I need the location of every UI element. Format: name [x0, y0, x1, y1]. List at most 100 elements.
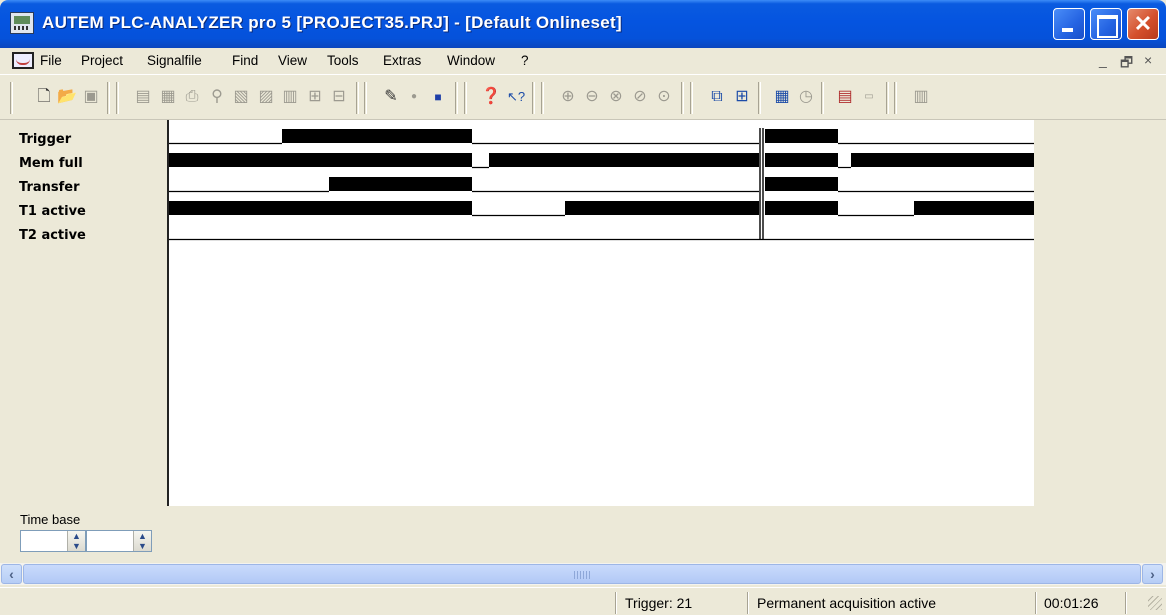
open-signal-icon[interactable]: ▤ — [132, 86, 154, 108]
menu-find[interactable]: Find — [232, 53, 258, 68]
timebase-label: Time base — [20, 512, 81, 527]
panel-icon[interactable]: ▥ — [910, 86, 932, 108]
menu-view[interactable]: View — [278, 53, 307, 68]
mdi-restore-button[interactable]: 🗗 — [1120, 52, 1133, 76]
record-icon[interactable]: ● — [403, 86, 425, 108]
new-icon[interactable]: 🗋 — [33, 86, 55, 108]
title-bar[interactable]: AUTEM PLC-ANALYZER pro 5 [PROJECT35.PRJ]… — [0, 0, 1166, 48]
menu-signalfile[interactable]: Signalfile — [147, 53, 202, 68]
print-icon[interactable]: ⎙ — [181, 86, 203, 108]
menu-window[interactable]: Window — [447, 53, 495, 68]
import-icon[interactable]: ▥ — [279, 86, 301, 108]
signal-list-icon[interactable]: ▤ — [834, 86, 856, 108]
menu-project[interactable]: Project — [81, 53, 123, 68]
app-icon[interactable] — [10, 12, 34, 34]
zoom-marker-icon[interactable]: ⊙ — [653, 86, 675, 108]
toolbar-separator — [758, 82, 761, 114]
document-icon[interactable] — [12, 52, 34, 69]
zoom-in-icon[interactable]: ⊕ — [557, 86, 579, 108]
toolbar-separator — [821, 82, 824, 114]
status-separator — [1125, 592, 1127, 614]
toolbar-separator — [690, 82, 693, 114]
scroll-right-icon[interactable]: › — [1142, 564, 1163, 584]
merge-icon[interactable]: ⊟ — [328, 86, 350, 108]
toolbar-separator — [532, 82, 535, 114]
open-icon[interactable]: 📂 — [56, 86, 78, 108]
signal-t1-active-high — [765, 201, 838, 215]
status-separator — [1035, 592, 1037, 614]
grid-icon[interactable]: ▦ — [771, 86, 793, 108]
signal-label-t2-active[interactable]: T2 active — [19, 228, 86, 243]
status-separator — [615, 592, 617, 614]
toolbar-separator — [894, 82, 897, 114]
text-export-icon[interactable]: ▧ — [230, 86, 252, 108]
signal-mem-full-high — [765, 153, 838, 167]
close-button[interactable]: ✕ — [1127, 8, 1159, 40]
scroll-thumb[interactable] — [23, 564, 1141, 584]
save-signal-icon[interactable]: ▦ — [157, 86, 179, 108]
signal-t1-active-high — [565, 201, 759, 215]
signal-label-t1-active[interactable]: T1 active — [19, 204, 86, 219]
signal-timeline[interactable] — [169, 120, 1034, 506]
signal-transfer-high — [765, 177, 838, 191]
maximize-button[interactable] — [1090, 8, 1122, 40]
status-acquisition: Permanent acquisition active — [757, 595, 936, 611]
compare-icon[interactable]: ⊞ — [304, 86, 326, 108]
status-bar: Trigger: 21 Permanent acquisition active… — [0, 587, 1166, 615]
mdi-minimize-button[interactable]: _ — [1099, 52, 1107, 68]
zoom-all-icon[interactable]: ⊘ — [629, 86, 651, 108]
menu-extras[interactable]: Extras — [383, 53, 421, 68]
status-trigger: Trigger: 21 — [625, 595, 693, 611]
stop-icon[interactable]: ■ — [427, 86, 449, 108]
toolbar-separator — [541, 82, 544, 114]
spinner-arrows-icon[interactable]: ▲ ▼ — [133, 531, 151, 551]
signal-transfer-high — [329, 177, 472, 191]
toolbar-separator — [356, 82, 359, 114]
signal-mem-full-high — [489, 153, 759, 167]
numeric-icon[interactable]: ▭ — [858, 86, 880, 108]
close-icon: ✕ — [1133, 11, 1153, 36]
clock-icon[interactable]: ◷ — [795, 86, 817, 108]
horizontal-scrollbar[interactable]: ‹ › — [0, 563, 1166, 585]
timeline-canvas[interactable] — [169, 120, 1034, 506]
exp-icon[interactable]: ▨ — [255, 86, 277, 108]
main-area: Trigger Mem full Transfer T1 active T2 a… — [0, 120, 1166, 562]
signal-t1-active-high — [914, 201, 1034, 215]
edit-icon[interactable]: ✎ — [380, 86, 402, 108]
help-icon[interactable]: ❓ — [480, 86, 502, 108]
menu-file[interactable]: File — [40, 53, 62, 68]
signal-mem-full-high — [851, 153, 1034, 167]
spinner-arrows-icon[interactable]: ▲ ▼ — [67, 531, 85, 551]
menu-bar: File Project Signalfile Find View Tools … — [0, 48, 1166, 74]
mdi-close-button[interactable]: × — [1144, 52, 1152, 68]
menu-tools[interactable]: Tools — [327, 53, 359, 68]
signal-t1-active-high — [169, 201, 472, 215]
context-help-icon[interactable]: ↖? — [505, 86, 527, 108]
signal-trigger-high — [765, 129, 838, 143]
tile-icon[interactable]: ⊞ — [731, 86, 753, 108]
toolbar-separator — [455, 82, 458, 114]
scroll-left-icon[interactable]: ‹ — [1, 564, 22, 584]
toolbar-separator — [886, 82, 889, 114]
status-separator — [747, 592, 749, 614]
timebase-spinner-1[interactable]: ▲ ▼ — [20, 530, 86, 552]
cascade-icon[interactable]: ⧉ — [706, 86, 728, 108]
grip-icon — [574, 571, 590, 579]
status-time: 00:01:26 — [1044, 595, 1099, 611]
signal-label-trigger[interactable]: Trigger — [19, 132, 71, 147]
save-icon[interactable]: ▣ — [80, 86, 102, 108]
timebase-spinner-2[interactable]: ▲ ▼ — [86, 530, 152, 552]
toolbar-separator — [116, 82, 119, 114]
resize-grip-icon[interactable] — [1148, 596, 1162, 610]
signal-label-mem-full[interactable]: Mem full — [19, 156, 83, 171]
signal-label-transfer[interactable]: Transfer — [19, 180, 80, 195]
zoom-range-icon[interactable]: ⊗ — [605, 86, 627, 108]
toolbar-separator — [681, 82, 684, 114]
minimize-button[interactable] — [1053, 8, 1085, 40]
toolbar-separator — [107, 82, 110, 114]
zoom-out-icon[interactable]: ⊖ — [581, 86, 603, 108]
signal-mem-full-high — [169, 153, 472, 167]
find-icon[interactable]: ⚲ — [206, 86, 228, 108]
menu-help[interactable]: ? — [521, 53, 529, 68]
toolbar-separator — [10, 82, 13, 114]
